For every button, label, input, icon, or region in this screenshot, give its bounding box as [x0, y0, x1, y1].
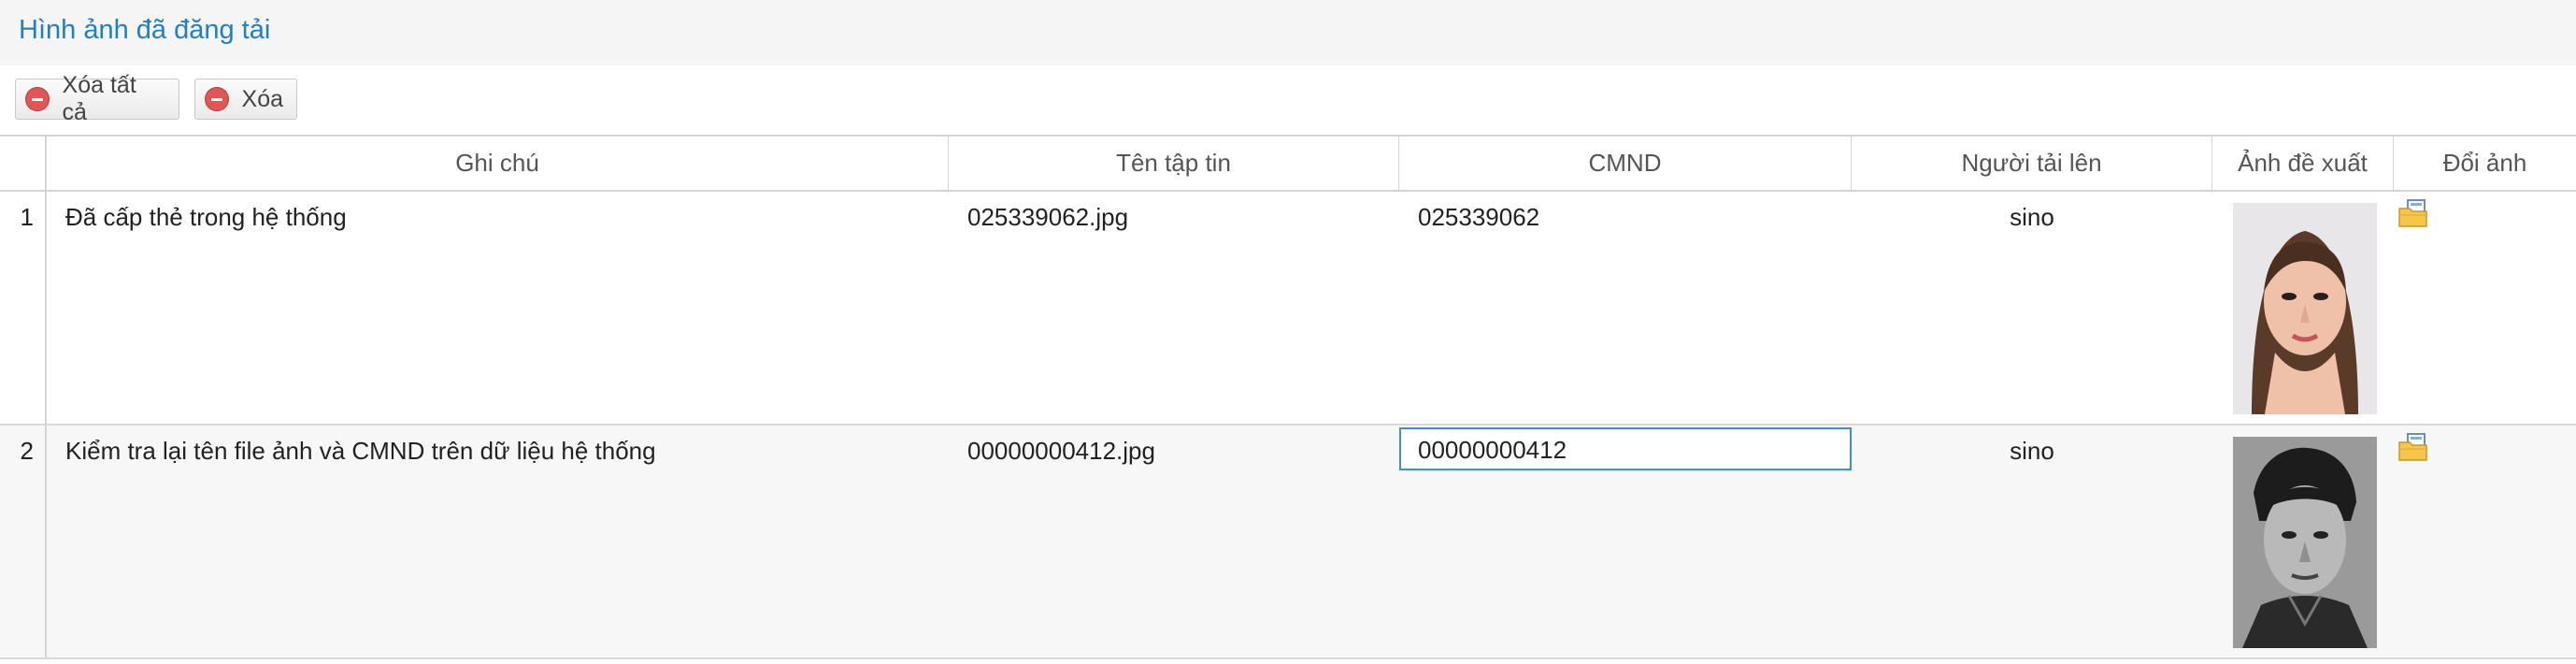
- cmnd-cell[interactable]: 025339062: [1399, 192, 1852, 424]
- toolbar: Xóa tất cả Xóa: [0, 65, 2576, 135]
- portrait-photo: [2233, 437, 2377, 648]
- column-header-uploader[interactable]: Người tải lên: [1852, 137, 2212, 190]
- table-header: Ghi chú Tên tập tin CMND Người tải lên Ả…: [0, 137, 2576, 192]
- column-header-change-image[interactable]: Đổi ảnh: [2394, 137, 2576, 190]
- uploaded-images-table: Ghi chú Tên tập tin CMND Người tải lên Ả…: [0, 135, 2576, 664]
- portrait-photo: [2233, 203, 2377, 414]
- note-cell: Đã cấp thẻ trong hệ thống: [65, 203, 347, 231]
- suggested-image-cell: [2212, 426, 2394, 657]
- table-row[interactable]: 2 Kiểm tra lại tên file ảnh và CMND trên…: [0, 426, 2576, 659]
- filename-cell: 00000000412.jpg: [967, 437, 1155, 465]
- panel-title: Hình ảnh đã đăng tải: [19, 15, 271, 45]
- column-header-filename[interactable]: Tên tập tin: [949, 137, 1399, 190]
- uploader-cell: sino: [2010, 437, 2054, 465]
- uploaded-images-panel: Hình ảnh đã đăng tải Xóa tất cả Xóa Ghi …: [0, 0, 2576, 664]
- delete-all-label: Xóa tất cả: [62, 72, 136, 125]
- suggested-image-cell: [2212, 192, 2394, 424]
- filename-cell: 025339062.jpg: [967, 203, 1129, 231]
- row-index: 2: [0, 426, 47, 657]
- note-cell: Kiểm tra lại tên file ảnh và CMND trên d…: [65, 437, 656, 465]
- remove-circle-icon: [25, 87, 50, 111]
- column-header-note[interactable]: Ghi chú: [47, 137, 949, 190]
- change-image-cell: [2394, 426, 2576, 657]
- delete-label: Xóa: [241, 85, 283, 112]
- row-index: 1: [0, 192, 47, 424]
- column-header-suggested-image[interactable]: Ảnh đề xuất: [2212, 137, 2394, 190]
- column-header-index: [0, 137, 47, 190]
- cmnd-edit-field[interactable]: 00000000412: [1399, 427, 1852, 470]
- uploader-cell: sino: [2010, 203, 2054, 231]
- remove-circle-icon: [205, 87, 229, 111]
- panel-header: Hình ảnh đã đăng tải: [0, 0, 2576, 65]
- delete-all-button[interactable]: Xóa tất cả: [15, 72, 179, 125]
- folder-image-icon[interactable]: [2398, 199, 2428, 227]
- table-row[interactable]: 1 Đã cấp thẻ trong hệ thống 025339062.jp…: [0, 192, 2576, 426]
- column-header-cmnd[interactable]: CMND: [1399, 137, 1852, 190]
- change-image-cell: [2394, 192, 2576, 424]
- cmnd-cell: 00000000412: [1399, 426, 1852, 657]
- delete-button[interactable]: Xóa: [194, 79, 297, 120]
- folder-image-icon[interactable]: [2398, 433, 2428, 461]
